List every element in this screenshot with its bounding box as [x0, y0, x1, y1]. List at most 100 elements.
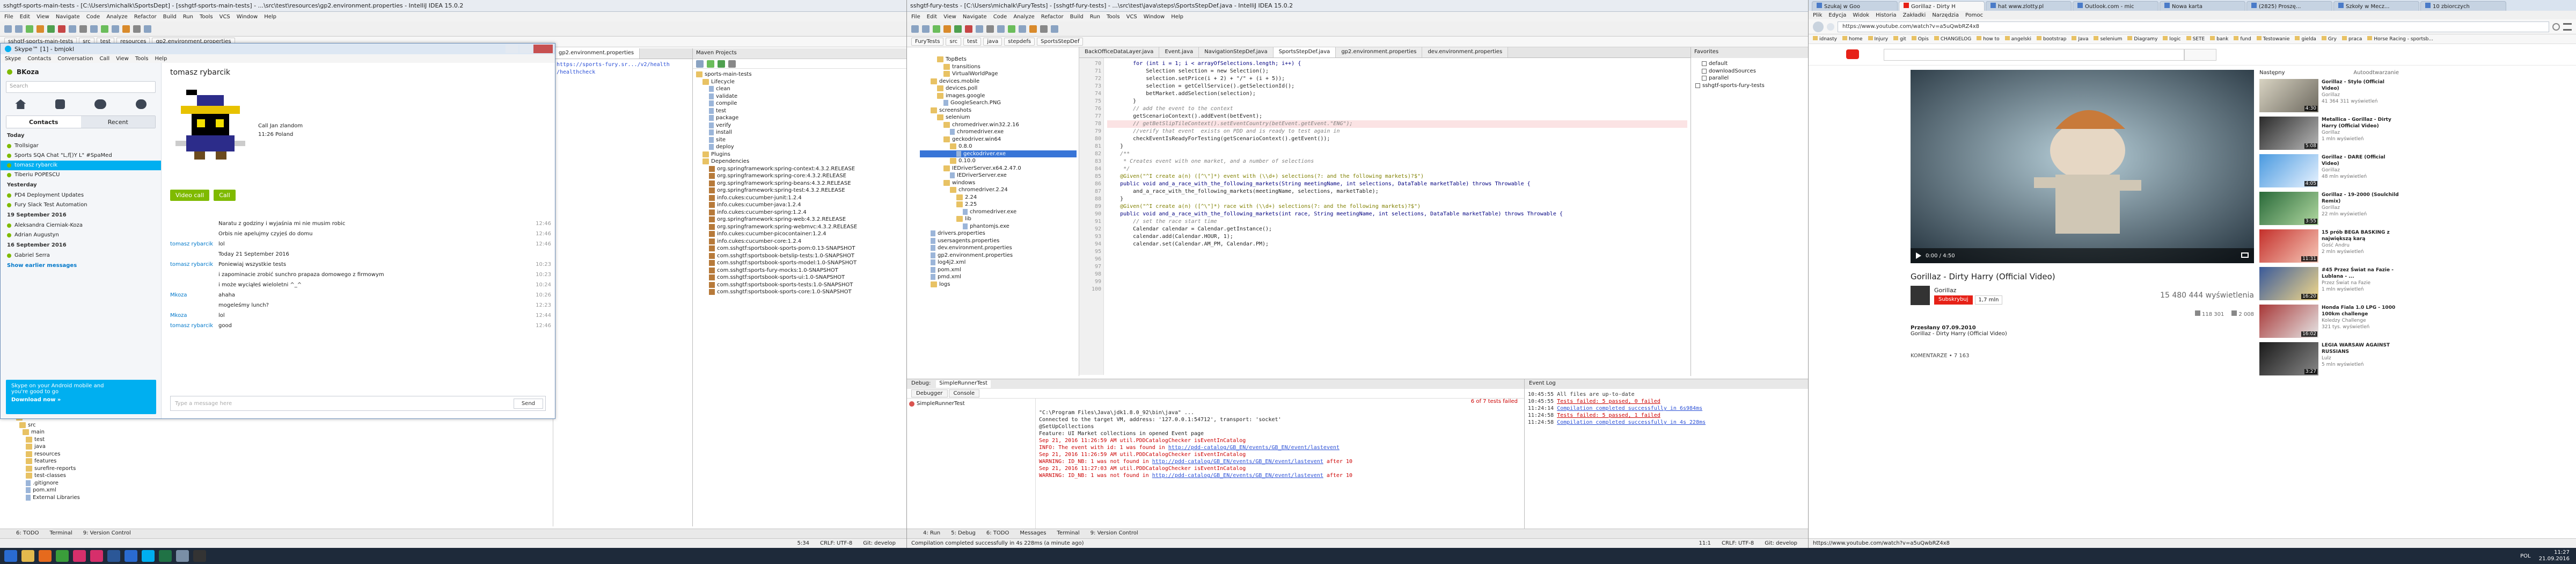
tree-item[interactable]: log4j2.xml — [920, 259, 1077, 266]
android-promo[interactable]: Skype on your Android mobile and you're … — [6, 380, 156, 414]
related-video[interactable]: 11:31 15 prób BEGA BASKING z największą k… — [2259, 229, 2399, 263]
bottom-tab-2[interactable]: 9: Version Control — [83, 530, 131, 537]
contact-item[interactable]: Aleksandra Cierniak-Koza — [1, 221, 161, 230]
tree-item[interactable]: TopBets — [920, 56, 1077, 63]
maven-item[interactable]: org.springframework:spring-beans:4.3.2.R… — [696, 180, 904, 187]
excel-icon[interactable] — [159, 550, 172, 562]
favorite-item[interactable]: parallel — [1695, 75, 1804, 82]
tree-item[interactable]: IEDriverServer.exe — [920, 172, 1077, 179]
event-message[interactable]: Compilation completed successfully in 4s… — [1557, 420, 1706, 425]
checkbox-icon[interactable] — [1695, 83, 1700, 88]
maven-item[interactable]: com.sshgtf:sportsbook-sports-model:1.0-S… — [696, 259, 904, 267]
event-message[interactable]: Tests failed: 5 passed, 1 failed — [1557, 413, 1660, 418]
tree-item[interactable]: geckodriver.exe — [920, 150, 1077, 157]
search-icon[interactable] — [112, 25, 119, 33]
tree-item[interactable]: GoogleSearch.PNG — [920, 99, 1077, 107]
related-title[interactable]: #45 Przez Świat na Fazie - Lublana - ... — [2322, 267, 2399, 280]
cut-icon[interactable] — [976, 25, 983, 33]
menu-item-1[interactable]: Edit — [927, 14, 937, 20]
intellij-icon[interactable] — [90, 550, 103, 562]
tree-item[interactable]: java — [10, 443, 231, 451]
event-message[interactable]: Compilation completed successfully in 6s… — [1557, 406, 1702, 411]
bookmark-item[interactable]: bootstrap — [2037, 36, 2066, 42]
maven-item[interactable]: sports-main-tests — [696, 71, 904, 78]
maven-item[interactable]: install — [696, 129, 904, 136]
console-link[interactable]: http://pdd-catalog/GB_EN/events/GB_EN/ev… — [1152, 459, 1323, 465]
bookmark-item[interactable]: CHANGELOG — [1934, 36, 1971, 42]
browser-tab[interactable]: Szkoły w Mecz... — [2333, 1, 2419, 11]
favorite-item[interactable]: default — [1695, 60, 1804, 68]
minimize-button[interactable] — [506, 45, 518, 53]
related-title[interactable]: Honda Fiala 1.0 LPG - 1000 100km challen… — [2322, 305, 2399, 317]
contact-item[interactable]: Adrian Augustyn — [1, 230, 161, 240]
save-icon[interactable] — [922, 25, 930, 33]
menu-item-2[interactable]: Widok — [1853, 12, 1869, 18]
tree-item[interactable]: src — [10, 422, 231, 429]
maven-item[interactable]: package — [696, 114, 904, 122]
tree-item[interactable]: IEDriverServer.x64.2.47.0 — [920, 165, 1077, 172]
contact-item[interactable]: Tiberiu POPESCU — [1, 170, 161, 180]
build-icon[interactable] — [1008, 25, 1015, 33]
bookmark-item[interactable]: Injury — [1868, 36, 1888, 42]
editor-tab[interactable]: dev.environment.properties — [1422, 47, 1509, 57]
related-thumbnail[interactable]: 4:30 — [2259, 79, 2318, 112]
bookmark-item[interactable]: how to — [1977, 36, 2000, 42]
menu-item-0[interactable]: Skype — [5, 56, 21, 62]
menu-item-6[interactable]: Refactor — [1041, 14, 1064, 20]
search-icon[interactable] — [1019, 25, 1026, 33]
sync-icon[interactable] — [933, 25, 940, 33]
bottom-tab-3[interactable]: Messages — [1020, 530, 1046, 537]
related-title[interactable]: Metallica - Gorillaz - Dirty Harry (Offi… — [2322, 117, 2399, 129]
browser-tab[interactable]: Nowa karta — [2160, 1, 2245, 11]
menu-item-6[interactable]: Refactor — [134, 14, 157, 20]
tree-item[interactable]: test — [10, 436, 231, 444]
tree-item[interactable]: chromedriver.exe — [920, 128, 1077, 136]
bottom-tab-1[interactable]: 5: Debug — [951, 530, 976, 537]
browser-tab[interactable]: hat www.zlotty.pl — [1986, 1, 2072, 11]
vcs-icon[interactable] — [1051, 25, 1058, 33]
menu-item-1[interactable]: Contacts — [27, 56, 51, 62]
event-message[interactable]: Tests failed: 5 passed, 0 failed — [1557, 399, 1660, 404]
bookmark-item[interactable]: Gry — [2321, 36, 2337, 42]
menu-item-4[interactable]: View — [116, 56, 129, 62]
open-icon[interactable] — [4, 25, 12, 33]
menu-item-12[interactable]: Help — [264, 14, 276, 20]
test-tree-root[interactable]: SimpleRunnerTest — [909, 401, 1033, 407]
tree-item[interactable]: transitions — [920, 63, 1077, 71]
editor-tab[interactable]: Event.java — [1159, 47, 1199, 57]
maven-item[interactable]: com.sshgtf:sportsbook-sports-ui:1.0-SNAP… — [696, 274, 904, 281]
bottom-tab-0[interactable]: 4: Run — [923, 530, 940, 537]
tree-item[interactable]: lib — [920, 215, 1077, 223]
subscribe-button[interactable]: Subskrybuj — [1934, 295, 1973, 305]
tree-item[interactable]: 0.8.0 — [920, 143, 1077, 150]
word-icon[interactable] — [107, 550, 120, 562]
editor-content[interactable]: for (int i = 1; i < arrayOfSelections.le… — [1104, 58, 1690, 375]
undo-icon[interactable] — [36, 25, 44, 33]
maven-item[interactable]: verify — [696, 122, 904, 129]
call-button[interactable]: Call — [214, 190, 236, 201]
menu-item-0[interactable]: File — [911, 14, 920, 20]
tree-item[interactable]: pmd.xml — [920, 273, 1077, 281]
related-thumbnail[interactable]: 11:31 — [2259, 229, 2318, 263]
menu-item-9[interactable]: Tools — [200, 14, 213, 20]
related-video[interactable]: 4:05 Gorillaz - DARE (Official Video) Gori… — [2259, 154, 2399, 187]
menu-item-3[interactable]: Historia — [1876, 12, 1897, 18]
chrome-icon[interactable] — [56, 550, 69, 562]
maven-item[interactable]: info.cukes:cucumber-core:1.2.4 — [696, 238, 904, 245]
editor-tab[interactable]: BackOfficeDataLayer.java — [1079, 47, 1160, 57]
contact-item[interactable]: tomasz rybarcik — [1, 161, 161, 170]
bottom-tab-4[interactable]: Terminal — [1057, 530, 1079, 537]
menu-item-5[interactable]: Analyze — [106, 14, 127, 20]
menu-item-4[interactable]: Zakładki — [1903, 12, 1926, 18]
breadcrumb-item-0[interactable]: FuryTests — [911, 38, 944, 46]
skype-profile[interactable]: BKoza — [1, 63, 161, 81]
maven-item[interactable]: info.cukes:cucumber-junit:1.2.4 — [696, 194, 904, 202]
menu-item-12[interactable]: Help — [1171, 14, 1183, 20]
tree-item[interactable]: screenshots — [920, 107, 1077, 114]
bottom-tab-5[interactable]: 9: Version Control — [1091, 530, 1138, 537]
autoplay-toggle[interactable]: Autoodtwarzanie — [2353, 70, 2399, 76]
save-icon[interactable] — [15, 25, 23, 33]
call-icon[interactable] — [55, 99, 65, 109]
video-call-button[interactable]: Video call — [170, 190, 210, 201]
related-thumbnail[interactable]: 4:05 — [2259, 154, 2318, 187]
